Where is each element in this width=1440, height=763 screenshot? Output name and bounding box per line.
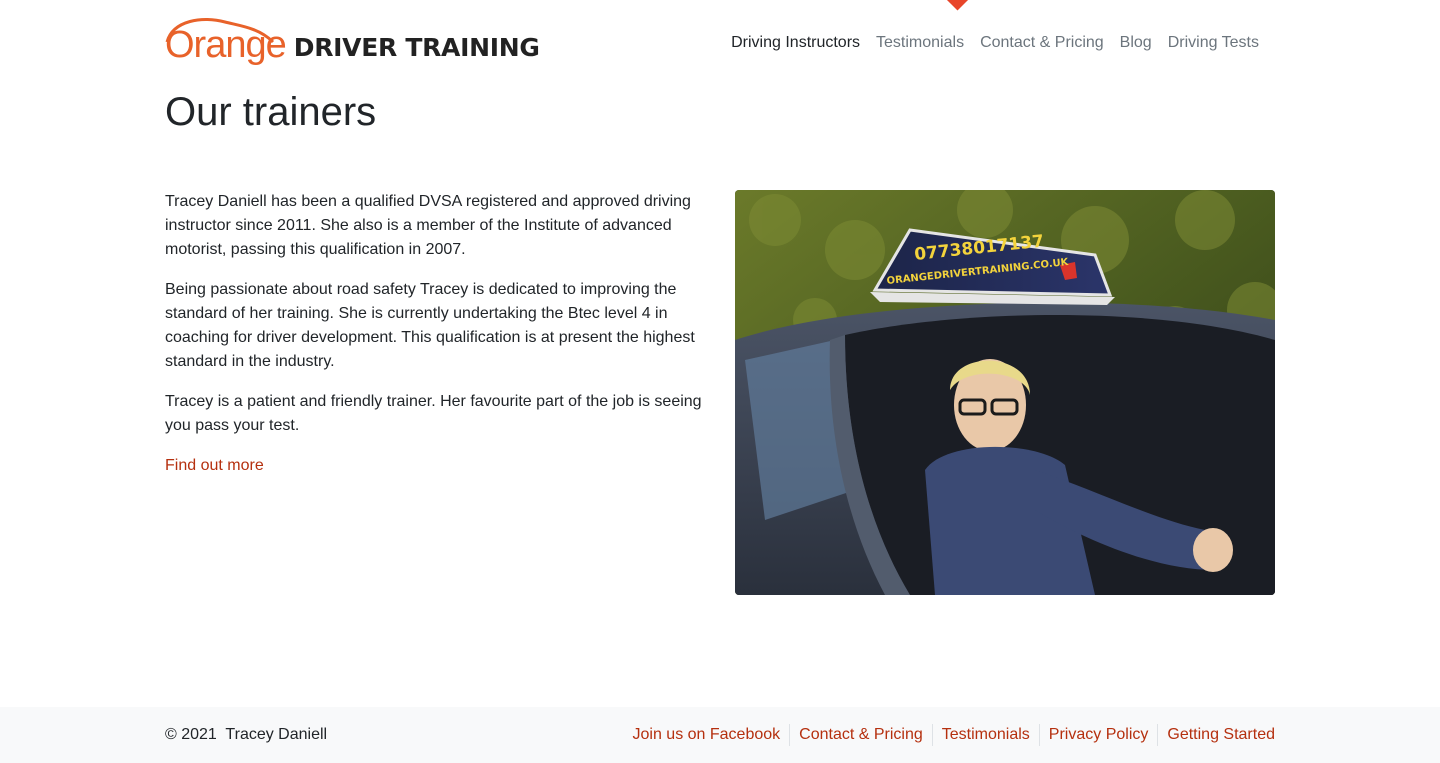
footer-link-contact-pricing[interactable]: Contact & Pricing [789,724,932,746]
active-nav-marker [945,0,970,11]
site-footer: © 2021 Tracey Daniell Join us on Faceboo… [0,707,1440,763]
find-out-more-link[interactable]: Find out more [165,457,264,474]
nav-item-driving-instructors[interactable]: Driving Instructors [723,33,868,53]
nav-item-driving-tests[interactable]: Driving Tests [1160,33,1267,53]
page-title: Our trainers [165,90,377,134]
bio-paragraph-3: Tracey is a patient and friendly trainer… [165,393,702,434]
trainer-photo: 07738017137 ORANGEDRIVERTRAINING.CO.UK [735,190,1275,595]
footer-links: Join us on Facebook Contact & Pricing Te… [624,724,1275,746]
copyright-text: © 2021 Tracey Daniell [165,726,328,743]
bio-paragraph-2: Being passionate about road safety Trace… [165,281,695,370]
trainer-bio: Tracey Daniell has been a qualified DVSA… [165,190,705,478]
logo-orange-word: Orange [165,18,287,64]
nav-item-testimonials[interactable]: Testimonials [868,33,972,53]
main-nav: Driving Instructors Testimonials Contact… [723,33,1267,53]
site-logo[interactable]: Orange DRIVER TRAINING [165,14,540,70]
logo-word-driver-training: DRIVER TRAINING [293,32,540,62]
nav-item-blog[interactable]: Blog [1112,33,1160,53]
logo-car-arc-icon [165,18,275,44]
site-header: Orange DRIVER TRAINING Driving Instructo… [165,0,1275,80]
footer-link-privacy-policy[interactable]: Privacy Policy [1038,724,1158,746]
nav-item-contact-pricing[interactable]: Contact & Pricing [972,33,1112,53]
footer-link-testimonials[interactable]: Testimonials [931,724,1039,746]
footer-link-facebook[interactable]: Join us on Facebook [624,724,790,746]
trainer-in-car-image: 07738017137 ORANGEDRIVERTRAINING.CO.UK [735,190,1275,595]
footer-link-getting-started[interactable]: Getting Started [1157,724,1275,746]
bio-paragraph-1: Tracey Daniell has been a qualified DVSA… [165,193,691,258]
